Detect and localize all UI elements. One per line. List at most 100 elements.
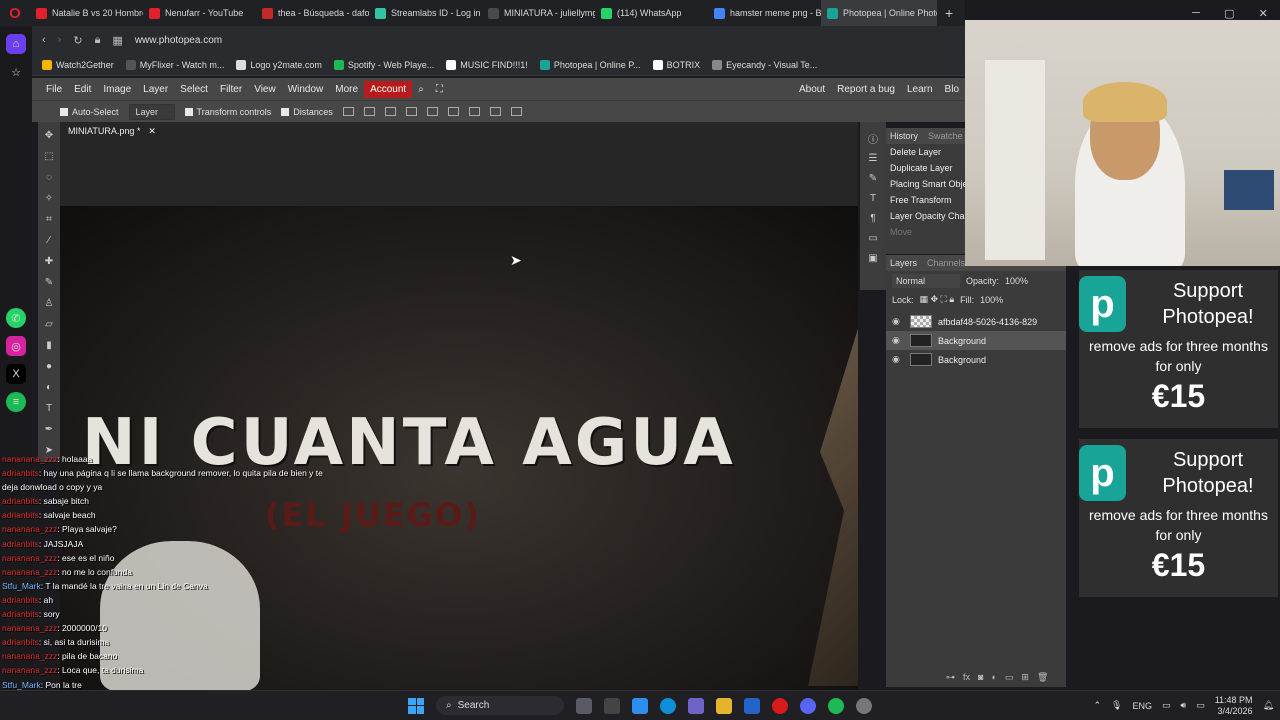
grid-icon[interactable] <box>510 107 522 116</box>
bookmark-item[interactable]: MyFlixer - Watch m... <box>125 59 224 70</box>
language-indicator[interactable]: ENG <box>1132 701 1152 711</box>
menu-right-item[interactable]: About <box>793 84 831 95</box>
character-icon[interactable]: T <box>867 192 880 205</box>
spotify-taskbar-icon[interactable] <box>828 697 844 714</box>
opacity-field[interactable]: 100% <box>1005 276 1028 286</box>
align-right-icon[interactable] <box>405 107 417 116</box>
url-field[interactable]: www.photopea.com <box>135 35 222 46</box>
x-icon[interactable]: X <box>6 364 26 384</box>
fx-icon[interactable]: fx <box>963 672 970 683</box>
close-icon[interactable]: ✕ <box>148 126 156 137</box>
new-tab-button[interactable]: + <box>937 5 961 21</box>
align-top-icon[interactable] <box>447 107 459 116</box>
move-tool-icon[interactable]: ✥ <box>42 128 56 142</box>
dodge-tool-icon[interactable]: ◐ <box>42 380 56 394</box>
align-middle-icon[interactable] <box>468 107 480 116</box>
eraser-tool-icon[interactable]: ▱ <box>42 317 56 331</box>
clock[interactable]: 11:48 PM 3/4/2026 <box>1215 695 1253 717</box>
browser-tab[interactable]: Natalie B vs 20 Hombres <box>30 0 143 26</box>
properties-icon[interactable]: ☰ <box>867 152 880 165</box>
back-icon[interactable]: ‹ <box>42 34 46 46</box>
visibility-eye-icon[interactable]: ◉ <box>892 354 904 365</box>
network-icon[interactable]: ▭ <box>1162 700 1171 711</box>
history-item[interactable]: Duplicate Layer <box>886 160 965 176</box>
browser-tab[interactable]: hamster meme png - Bus <box>708 0 821 26</box>
menu-filter[interactable]: Filter <box>214 84 248 95</box>
mask-icon[interactable]: ◙ <box>978 672 983 683</box>
magic-wand-tool-icon[interactable]: ✧ <box>42 191 56 205</box>
brush-tool-icon[interactable]: ✎ <box>42 275 56 289</box>
discord-icon[interactable] <box>800 697 816 714</box>
auto-select-checkbox[interactable]: Auto-Select <box>60 107 119 117</box>
menu-right-item[interactable]: Learn <box>901 84 939 95</box>
window-close-icon[interactable]: ✕ <box>1259 7 1268 20</box>
brush-settings-icon[interactable]: ✎ <box>867 172 880 185</box>
new-layer-icon[interactable]: ⊞ <box>1021 672 1029 683</box>
copilot-icon[interactable] <box>632 697 648 714</box>
menu-edit[interactable]: Edit <box>68 84 97 95</box>
blend-mode-dropdown[interactable]: Normal <box>892 274 960 288</box>
browser-tab[interactable]: (114) WhatsApp <box>595 0 708 26</box>
instagram-icon[interactable]: ◎ <box>6 336 26 356</box>
store-icon[interactable] <box>744 697 760 714</box>
adjustment-icon[interactable]: ◐ <box>991 672 996 683</box>
bookmark-item[interactable]: Eyecandy - Visual Te... <box>712 59 817 70</box>
align-left-icon[interactable] <box>363 107 375 116</box>
type-tool-icon[interactable]: T <box>42 401 56 415</box>
account-button[interactable]: Account <box>364 80 413 98</box>
tab-channels[interactable]: Channels <box>927 258 965 268</box>
layer-row[interactable]: ◉ Background <box>886 331 1066 350</box>
link-icon[interactable]: ⊶ <box>946 672 955 683</box>
edge-icon[interactable] <box>660 697 676 714</box>
info-icon[interactable]: ⓘ <box>867 132 880 146</box>
bookmark-item[interactable]: MUSIC FIND!!!1! <box>446 59 528 70</box>
spotify-icon[interactable]: ≡ <box>6 392 26 412</box>
whatsapp-icon[interactable]: ✆ <box>6 308 26 328</box>
healing-tool-icon[interactable]: ✚ <box>42 254 56 268</box>
notification-icon[interactable]: 🔔︎ <box>1263 700 1274 711</box>
document-tab[interactable]: MINIATURA.png * ✕ <box>68 126 156 137</box>
browser-tab[interactable]: Nenufarr - YouTube <box>143 0 256 26</box>
forward-icon[interactable]: › <box>58 34 62 46</box>
distribute-icon[interactable] <box>426 107 438 116</box>
distances-checkbox[interactable]: Distances <box>281 107 333 117</box>
widgets-icon[interactable] <box>576 697 592 714</box>
browser-tab[interactable]: thea - Búsqueda - dafont <box>256 0 369 26</box>
align-bottom-icon[interactable] <box>489 107 501 116</box>
menu-right-item[interactable]: Blo <box>939 84 965 95</box>
layer-row[interactable]: ◉ afbdaf48-5026-4136-829 <box>886 312 1066 331</box>
delete-layer-icon[interactable]: 🗑︎ <box>1037 672 1048 683</box>
image-icon[interactable]: ▣ <box>867 252 880 265</box>
fill-field[interactable]: 100% <box>980 295 1003 305</box>
maximize-icon[interactable]: ▢ <box>1224 7 1234 20</box>
transform-controls-checkbox[interactable]: Transform controls <box>184 107 271 117</box>
speed-dial-icon[interactable]: ▦ <box>112 34 122 47</box>
home-icon[interactable]: ⌂ <box>6 34 26 54</box>
mic-icon[interactable]: 🎙︎ <box>1111 700 1122 711</box>
tab-history[interactable]: History <box>890 131 918 141</box>
history-item[interactable]: Delete Layer <box>886 144 965 160</box>
chevron-up-icon[interactable]: ⌃ <box>1094 700 1102 711</box>
fullscreen-icon[interactable]: ⛶ <box>430 84 449 95</box>
browser-tab[interactable]: MINIATURA - juliellymgon <box>482 0 595 26</box>
tab-layers[interactable]: Layers <box>890 258 917 268</box>
bookmark-item[interactable]: BOTRIX <box>652 59 700 70</box>
pen-tool-icon[interactable]: ✒ <box>42 422 56 436</box>
stamp-tool-icon[interactable]: ♙ <box>42 296 56 310</box>
visibility-eye-icon[interactable]: ◉ <box>892 316 904 327</box>
gradient-tool-icon[interactable]: ▮ <box>42 338 56 352</box>
history-item[interactable]: Placing Smart Obje <box>886 176 965 192</box>
lock-icons[interactable]: ▦ ✥ ⛶ 🔒︎ <box>920 294 955 305</box>
paragraph-icon[interactable]: ¶ <box>867 212 880 225</box>
file-explorer-icon[interactable] <box>716 697 732 714</box>
bookmark-item[interactable]: Watch2Gether <box>42 59 114 70</box>
menu-layer[interactable]: Layer <box>137 84 174 95</box>
browser-tab[interactable]: Streamlabs ID - Log in <box>369 0 482 26</box>
pin-icon[interactable]: ☆ <box>6 62 26 82</box>
bookmark-item[interactable]: Spotify - Web Playe... <box>333 59 434 70</box>
align-center-icon[interactable] <box>384 107 396 116</box>
search-icon[interactable]: ⌕ <box>412 84 430 95</box>
marquee-tool-icon[interactable]: ⬚ <box>42 149 56 163</box>
menu-select[interactable]: Select <box>174 84 214 95</box>
task-view-icon[interactable] <box>604 697 620 714</box>
